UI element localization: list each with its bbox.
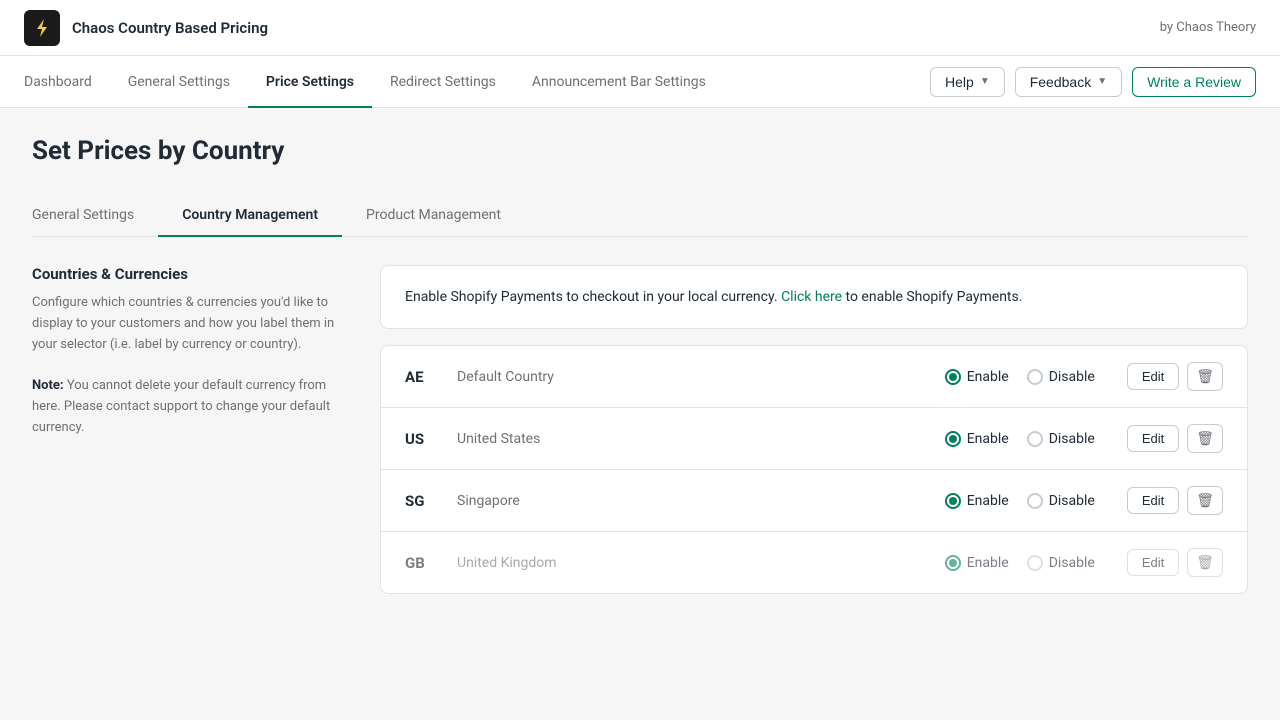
enable-label-sg: Enable xyxy=(967,493,1009,509)
row-actions-us: Edit 🗑 xyxy=(1127,424,1223,453)
trash-icon-us: 🗑 xyxy=(1196,430,1214,447)
help-button[interactable]: Help ▼ xyxy=(930,67,1005,97)
row-actions-gb: Edit 🗑 xyxy=(1127,548,1223,577)
row-actions-ae: Edit 🗑 xyxy=(1127,362,1223,391)
disable-label-us: Disable xyxy=(1049,431,1095,447)
country-code-sg: SG xyxy=(405,492,441,510)
nav-links: Dashboard General Settings Price Setting… xyxy=(24,56,724,107)
help-chevron-icon: ▼ xyxy=(980,76,990,87)
nav-announcement-bar-settings[interactable]: Announcement Bar Settings xyxy=(514,57,724,108)
app-byline: by Chaos Theory xyxy=(1160,20,1256,35)
radio-group-gb: Enable Disable xyxy=(945,555,1095,571)
content-grid: Countries & Currencies Configure which c… xyxy=(32,265,1248,594)
delete-button-us[interactable]: 🗑 xyxy=(1187,424,1223,453)
app-bar-left: Chaos Country Based Pricing xyxy=(24,10,268,46)
disable-radio-circle-us xyxy=(1027,431,1043,447)
enable-label-gb: Enable xyxy=(967,555,1009,571)
enable-label-us: Enable xyxy=(967,431,1009,447)
enable-radio-us[interactable]: Enable xyxy=(945,431,1009,447)
edit-button-ae[interactable]: Edit xyxy=(1127,363,1179,390)
country-name-gb: United Kingdom xyxy=(457,555,929,571)
enable-radio-circle-ae xyxy=(945,369,961,385)
country-name-us: United States xyxy=(457,431,929,447)
nav-actions: Help ▼ Feedback ▼ Write a Review xyxy=(930,67,1256,97)
app-title: Chaos Country Based Pricing xyxy=(72,19,268,37)
country-code-gb: GB xyxy=(405,554,441,572)
note-label: Note: xyxy=(32,378,64,393)
nav-redirect-settings[interactable]: Redirect Settings xyxy=(372,57,514,108)
disable-radio-gb[interactable]: Disable xyxy=(1027,555,1095,571)
nav-dashboard[interactable]: Dashboard xyxy=(24,57,110,108)
radio-group-ae: Enable Disable xyxy=(945,369,1095,385)
info-card-link-text: to enable Shopify Payments. xyxy=(842,289,1022,305)
right-panel: Enable Shopify Payments to checkout in y… xyxy=(380,265,1248,594)
disable-radio-ae[interactable]: Disable xyxy=(1027,369,1095,385)
help-label: Help xyxy=(945,74,974,90)
note-text: You cannot delete your default currency … xyxy=(32,378,330,435)
info-card: Enable Shopify Payments to checkout in y… xyxy=(380,265,1248,329)
delete-button-gb[interactable]: 🗑 xyxy=(1187,548,1223,577)
nav-bar: Dashboard General Settings Price Setting… xyxy=(0,56,1280,108)
enable-radio-circle-us xyxy=(945,431,961,447)
left-panel: Countries & Currencies Configure which c… xyxy=(32,265,352,594)
info-card-text: Enable Shopify Payments to checkout in y… xyxy=(405,289,781,305)
disable-label-ae: Disable xyxy=(1049,369,1095,385)
nav-general-settings[interactable]: General Settings xyxy=(110,57,248,108)
table-row: SG Singapore Enable Disable Edit xyxy=(381,470,1247,532)
page-content: Set Prices by Country General Settings C… xyxy=(0,108,1280,622)
edit-button-us[interactable]: Edit xyxy=(1127,425,1179,452)
delete-button-sg[interactable]: 🗑 xyxy=(1187,486,1223,515)
page-title: Set Prices by Country xyxy=(32,136,1248,166)
disable-radio-circle-ae xyxy=(1027,369,1043,385)
trash-icon-gb: 🗑 xyxy=(1196,554,1214,571)
enable-radio-gb[interactable]: Enable xyxy=(945,555,1009,571)
feedback-label: Feedback xyxy=(1030,74,1091,90)
disable-radio-sg[interactable]: Disable xyxy=(1027,493,1095,509)
edit-button-sg[interactable]: Edit xyxy=(1127,487,1179,514)
radio-group-sg: Enable Disable xyxy=(945,493,1095,509)
section-title: Countries & Currencies xyxy=(32,265,352,283)
trash-icon-ae: 🗑 xyxy=(1196,368,1214,385)
country-code-us: US xyxy=(405,430,441,448)
feedback-button[interactable]: Feedback ▼ xyxy=(1015,67,1122,97)
table-row: GB United Kingdom Enable Disable Ed xyxy=(381,532,1247,593)
enable-radio-circle-sg xyxy=(945,493,961,509)
edit-button-gb[interactable]: Edit xyxy=(1127,549,1179,576)
table-row: AE Default Country Enable Disable E xyxy=(381,346,1247,408)
review-label: Write a Review xyxy=(1147,74,1241,90)
row-actions-sg: Edit 🗑 xyxy=(1127,486,1223,515)
enable-label-ae: Enable xyxy=(967,369,1009,385)
tab-general-settings[interactable]: General Settings xyxy=(32,195,158,237)
trash-icon-sg: 🗑 xyxy=(1196,492,1214,509)
country-list-card: AE Default Country Enable Disable E xyxy=(380,345,1248,594)
country-name-sg: Singapore xyxy=(457,493,929,509)
write-review-button[interactable]: Write a Review xyxy=(1132,67,1256,97)
disable-radio-circle-gb xyxy=(1027,555,1043,571)
section-description: Configure which countries & currencies y… xyxy=(32,293,352,439)
enable-radio-circle-gb xyxy=(945,555,961,571)
disable-label-sg: Disable xyxy=(1049,493,1095,509)
tab-country-management[interactable]: Country Management xyxy=(158,195,342,237)
tabs: General Settings Country Management Prod… xyxy=(32,194,1248,237)
country-name-ae: Default Country xyxy=(457,369,929,385)
enable-radio-ae[interactable]: Enable xyxy=(945,369,1009,385)
app-bar: Chaos Country Based Pricing by Chaos The… xyxy=(0,0,1280,56)
feedback-chevron-icon: ▼ xyxy=(1097,76,1107,87)
nav-price-settings[interactable]: Price Settings xyxy=(248,57,372,108)
disable-radio-us[interactable]: Disable xyxy=(1027,431,1095,447)
app-logo xyxy=(24,10,60,46)
disable-radio-circle-sg xyxy=(1027,493,1043,509)
table-row: US United States Enable Disable Edi xyxy=(381,408,1247,470)
radio-group-us: Enable Disable xyxy=(945,431,1095,447)
click-here-link[interactable]: Click here xyxy=(781,289,842,305)
tab-product-management[interactable]: Product Management xyxy=(342,195,525,237)
country-code-ae: AE xyxy=(405,368,441,386)
disable-label-gb: Disable xyxy=(1049,555,1095,571)
enable-radio-sg[interactable]: Enable xyxy=(945,493,1009,509)
delete-button-ae[interactable]: 🗑 xyxy=(1187,362,1223,391)
